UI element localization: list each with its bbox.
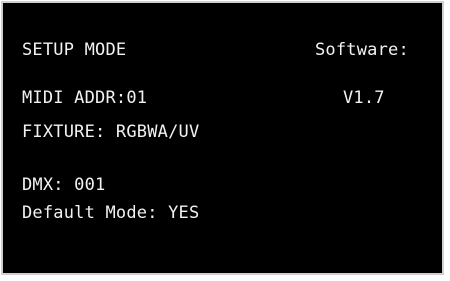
lcd-screen: SETUP MODE Software: MIDI ADDR:01 V1.7 F… bbox=[1, 1, 444, 275]
midi-address-value: MIDI ADDR:01 bbox=[22, 88, 148, 108]
default-mode-value: Default Mode: YES bbox=[22, 203, 200, 223]
fixture-type-value: FIXTURE: RGBWA/UV bbox=[22, 122, 200, 142]
software-label: Software: bbox=[315, 40, 409, 60]
software-version: V1.7 bbox=[343, 88, 385, 108]
dmx-address-value: DMX: 001 bbox=[22, 175, 106, 195]
setup-mode-title: SETUP MODE bbox=[22, 40, 127, 60]
